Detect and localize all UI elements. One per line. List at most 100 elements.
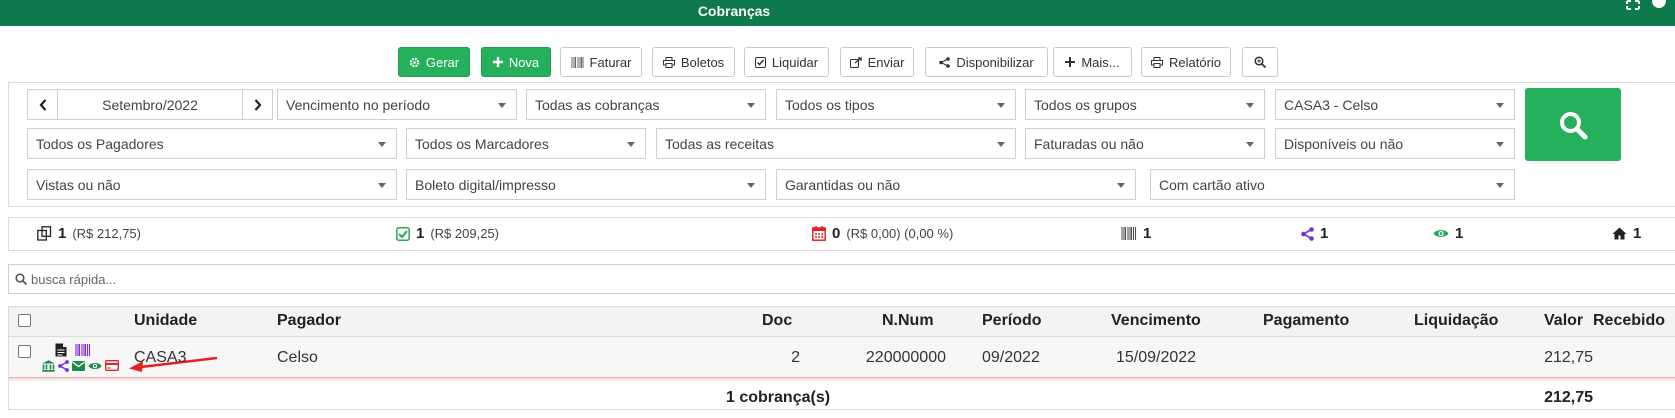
summary-home[interactable]: 1 bbox=[1612, 225, 1641, 242]
share-square-icon bbox=[849, 56, 862, 68]
chevron-down-icon bbox=[1496, 183, 1504, 188]
disponiveis-select[interactable]: Disponíveis ou não bbox=[1275, 128, 1515, 159]
printer-icon bbox=[662, 56, 675, 68]
chevron-down-icon bbox=[627, 142, 635, 147]
header-liquidacao[interactable]: Liquidação bbox=[1414, 312, 1498, 330]
envelope-icon[interactable] bbox=[72, 361, 85, 371]
summary-total[interactable]: 1 (R$ 212,75) bbox=[37, 225, 141, 242]
header-recebido[interactable]: Recebido bbox=[1593, 312, 1665, 330]
pagadores-select[interactable]: Todos os Pagadores bbox=[27, 128, 397, 159]
boleto-select[interactable]: Boleto digital/impresso bbox=[406, 169, 766, 200]
receitas-select[interactable]: Todas as receitas bbox=[656, 128, 1016, 159]
table-footer: 1 cobrança(s) 212,75 bbox=[9, 382, 1675, 411]
faturar-label: Faturar bbox=[589, 54, 632, 70]
chevron-left-icon bbox=[39, 98, 46, 111]
cobrancas-select[interactable]: Todas as cobranças bbox=[526, 89, 766, 120]
boletos-button[interactable]: Boletos bbox=[652, 47, 735, 77]
period-selector: Setembro/2022 bbox=[27, 89, 273, 120]
disponibilizar-label: Disponibilizar bbox=[956, 54, 1034, 70]
fullscreen-icon[interactable] bbox=[1626, 0, 1640, 10]
header-vencimento[interactable]: Vencimento bbox=[1111, 312, 1201, 330]
enviar-button[interactable]: Enviar bbox=[840, 47, 914, 77]
next-period-button[interactable] bbox=[242, 90, 272, 119]
faturadas-select[interactable]: Faturadas ou não bbox=[1025, 128, 1265, 159]
header-pagador[interactable]: Pagador bbox=[277, 312, 341, 330]
liquidar-button[interactable]: Liquidar bbox=[744, 47, 829, 77]
summary-paid[interactable]: 1 (R$ 209,25) bbox=[396, 225, 499, 242]
vistas-select-value: Vistas ou não bbox=[36, 176, 121, 193]
summary-paid-value: (R$ 209,25) bbox=[430, 226, 499, 241]
document-icon[interactable] bbox=[55, 343, 67, 357]
boletos-label: Boletos bbox=[680, 54, 725, 70]
gerar-button[interactable]: Gerar bbox=[398, 47, 470, 77]
summary-late[interactable]: 0 (R$ 0,00) (0,00 %) bbox=[812, 225, 953, 242]
chevron-down-icon bbox=[747, 183, 755, 188]
chevron-down-icon bbox=[1246, 103, 1254, 108]
summary-home-count: 1 bbox=[1633, 225, 1642, 242]
row-checkbox[interactable] bbox=[18, 345, 31, 358]
table-row[interactable]: CASA3 Celso 2 220000000 09/2022 15/09/20… bbox=[9, 337, 1675, 382]
zoom-button[interactable] bbox=[1242, 47, 1278, 77]
summary-boleto[interactable]: 1 bbox=[1121, 225, 1151, 242]
garantidas-select-value: Garantidas ou não bbox=[785, 176, 901, 193]
header-nnum[interactable]: N.Num bbox=[882, 312, 934, 330]
period-value: Setembro/2022 bbox=[102, 96, 198, 113]
header-doc[interactable]: Doc bbox=[762, 312, 792, 330]
vencimento-select-value: Vencimento no período bbox=[286, 96, 430, 113]
vencimento-select[interactable]: Vencimento no período bbox=[277, 89, 517, 120]
share-icon[interactable] bbox=[58, 360, 69, 372]
barcode-icon[interactable] bbox=[75, 344, 91, 356]
garantidas-select[interactable]: Garantidas ou não bbox=[776, 169, 1136, 200]
eye-icon[interactable] bbox=[88, 361, 102, 371]
chevron-down-icon bbox=[997, 103, 1005, 108]
cobrancas-table: Unidade Pagador Doc N.Num Período Vencim… bbox=[8, 306, 1675, 410]
summary-shared[interactable]: 1 bbox=[1301, 225, 1328, 242]
eye-icon bbox=[1433, 230, 1449, 237]
select-all-checkbox[interactable] bbox=[18, 314, 31, 327]
quick-search-input[interactable] bbox=[31, 271, 631, 287]
header-valor[interactable]: Valor bbox=[1544, 312, 1583, 330]
chevron-down-icon bbox=[1496, 142, 1504, 147]
grupos-select-value: Todos os grupos bbox=[1034, 96, 1137, 113]
title-bar: Cobranças bbox=[0, 0, 1675, 26]
header-periodo[interactable]: Período bbox=[982, 312, 1042, 330]
tipos-select-value: Todos os tipos bbox=[785, 96, 875, 113]
header-unidade[interactable]: Unidade bbox=[134, 312, 197, 330]
nova-label: Nova bbox=[508, 54, 540, 70]
filters-panel: Setembro/2022 Vencimento no período Toda… bbox=[8, 82, 1675, 207]
summary-viewed[interactable]: 1 bbox=[1433, 225, 1463, 242]
cell-valor: 212,75 bbox=[1544, 349, 1593, 366]
summary-boleto-count: 1 bbox=[1143, 225, 1152, 242]
cartao-select[interactable]: Com cartão ativo bbox=[1150, 169, 1515, 200]
liquidar-label: Liquidar bbox=[771, 54, 819, 70]
mais-button[interactable]: Mais... bbox=[1053, 47, 1132, 77]
nova-button[interactable]: Nova bbox=[481, 47, 551, 77]
credit-card-icon[interactable] bbox=[105, 360, 119, 371]
header-pagamento[interactable]: Pagamento bbox=[1263, 312, 1349, 330]
grupos-select[interactable]: Todos os grupos bbox=[1025, 89, 1265, 120]
plus-icon bbox=[1065, 57, 1076, 67]
tipos-select[interactable]: Todos os tipos bbox=[776, 89, 1016, 120]
chevron-right-icon bbox=[254, 98, 261, 111]
search-button[interactable] bbox=[1525, 88, 1621, 161]
summary-paid-count: 1 bbox=[416, 225, 425, 242]
cobrancas-select-value: Todas as cobranças bbox=[535, 96, 660, 113]
relatorio-button[interactable]: Relatório bbox=[1141, 47, 1231, 77]
calendar-icon bbox=[812, 226, 826, 241]
bank-icon[interactable] bbox=[42, 360, 55, 372]
disponibilizar-button[interactable]: Disponibilizar bbox=[925, 47, 1048, 77]
boleto-select-value: Boleto digital/impresso bbox=[415, 176, 556, 193]
marcadores-select[interactable]: Todos os Marcadores bbox=[406, 128, 646, 159]
share-icon bbox=[1301, 226, 1314, 241]
zoom-in-icon bbox=[1254, 56, 1266, 68]
casa-select[interactable]: CASA3 - Celso bbox=[1275, 89, 1515, 120]
close-icon[interactable] bbox=[1652, 0, 1666, 8]
faturar-button[interactable]: Faturar bbox=[560, 47, 642, 77]
receitas-select-value: Todas as receitas bbox=[665, 135, 774, 152]
previous-period-button[interactable] bbox=[28, 90, 58, 119]
summary-late-value: (R$ 0,00) (0,00 %) bbox=[846, 226, 954, 241]
summary-late-count: 0 bbox=[832, 225, 841, 242]
cell-nnum: 220000000 bbox=[865, 349, 946, 366]
vistas-select[interactable]: Vistas ou não bbox=[27, 169, 397, 200]
chevron-down-icon bbox=[997, 142, 1005, 147]
